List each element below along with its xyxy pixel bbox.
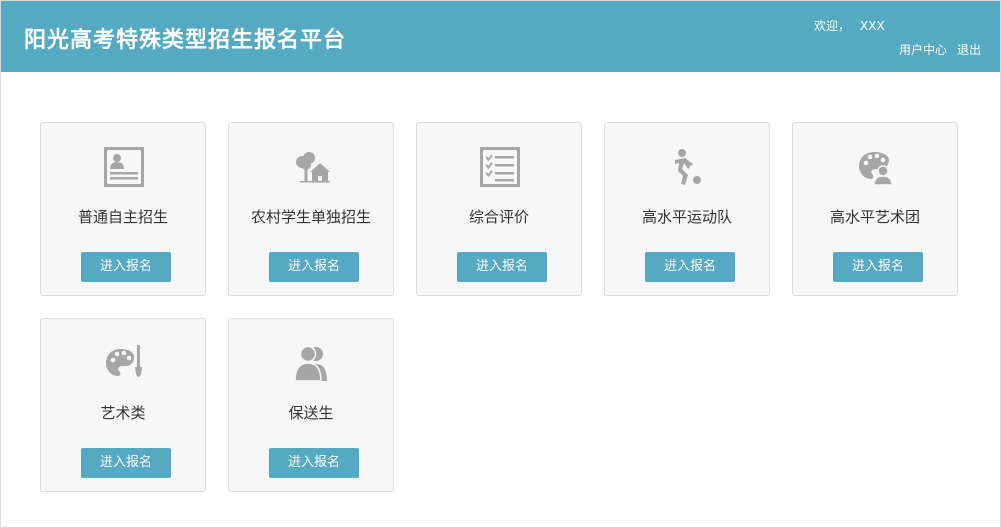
enter-register-button[interactable]: 进入报名	[81, 252, 171, 282]
card-high-level-sports-team: 高水平运动队 进入报名	[604, 122, 770, 296]
user-links: 用户中心 退出	[899, 41, 981, 58]
header-bar: 阳光高考特殊类型招生报名平台 欢迎， XXX 用户中心 退出	[1, 1, 1000, 72]
card-comprehensive-evaluation: 综合评价 进入报名	[416, 122, 582, 296]
card-general-autonomous: 普通自主招生 进入报名	[40, 122, 206, 296]
enter-register-button[interactable]: 进入报名	[645, 252, 735, 282]
site-title: 阳光高考特殊类型招生报名平台	[24, 28, 347, 53]
user-center-link[interactable]: 用户中心	[899, 43, 947, 57]
card-label: 综合评价	[468, 208, 529, 226]
enter-register-button[interactable]: 进入报名	[269, 448, 359, 478]
users-icon	[292, 343, 332, 383]
card-label: 高水平艺术团	[829, 208, 920, 226]
logout-link[interactable]: 退出	[957, 43, 981, 57]
soccer-player-icon	[668, 147, 708, 187]
welcome-text: 欢迎， XXX	[814, 17, 885, 34]
card-arts: 艺术类 进入报名	[40, 318, 206, 492]
palette-brush-icon	[104, 343, 144, 383]
username: XXX	[860, 19, 885, 33]
enter-register-button[interactable]: 进入报名	[269, 252, 359, 282]
enter-register-button[interactable]: 进入报名	[833, 252, 923, 282]
page: 阳光高考特殊类型招生报名平台 欢迎， XXX 用户中心 退出 普通自主招生 进入报名	[0, 0, 1001, 528]
card-label: 农村学生单独招生	[250, 208, 371, 226]
id-card-icon	[104, 147, 144, 187]
checklist-icon	[480, 147, 520, 187]
card-recommended-admission: 保送生 进入报名	[228, 318, 394, 492]
enter-register-button[interactable]: 进入报名	[81, 448, 171, 478]
welcome-label: 欢迎，	[814, 19, 851, 33]
enter-register-button[interactable]: 进入报名	[457, 252, 547, 282]
card-label: 高水平运动队	[641, 208, 732, 226]
card-label: 普通自主招生	[77, 208, 168, 226]
card-high-level-art-troupe: 高水平艺术团 进入报名	[792, 122, 958, 296]
rural-house-tree-icon	[292, 147, 332, 187]
card-label: 艺术类	[100, 404, 146, 422]
card-rural-students: 农村学生单独招生 进入报名	[228, 122, 394, 296]
card-label: 保送生	[288, 404, 334, 422]
palette-person-icon	[856, 147, 896, 187]
